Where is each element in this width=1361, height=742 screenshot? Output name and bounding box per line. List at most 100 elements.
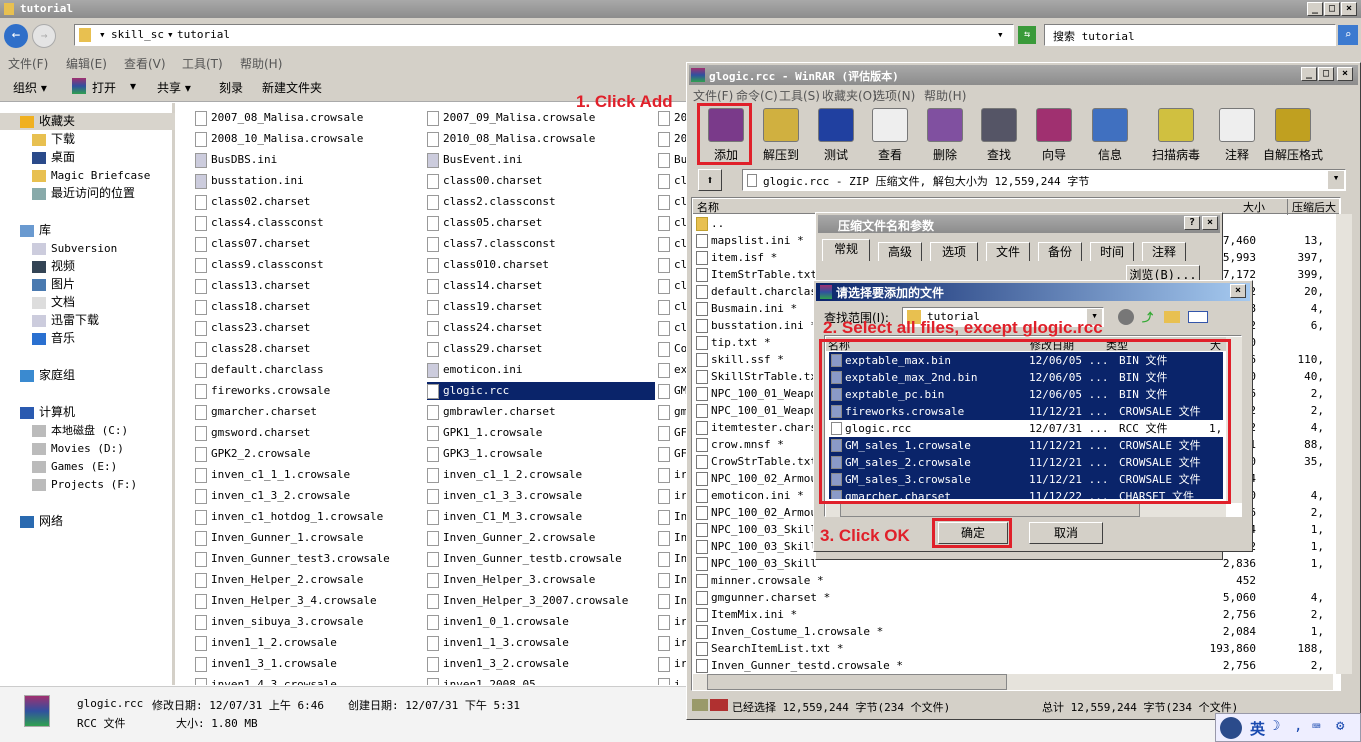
file-item[interactable]: In: [658, 550, 686, 568]
archive-row[interactable]: Inven_Gunner_testd.crowsale * 2,756 2,: [696, 657, 1336, 674]
file-item[interactable]: 2007_08_Malisa.crowsale: [195, 109, 423, 127]
file-item[interactable]: class14.charset: [427, 277, 655, 295]
file-item[interactable]: GPK3_1.crowsale: [427, 445, 655, 463]
file-item[interactable]: Inven_Gunner_testb.crowsale: [427, 550, 655, 568]
minimize-button[interactable]: _: [1301, 67, 1317, 81]
file-item[interactable]: gmarcher.charset: [195, 403, 423, 421]
sidebar-item[interactable]: 下载: [0, 131, 175, 148]
chevron-down-icon[interactable]: ▾: [997, 28, 1004, 41]
file-item[interactable]: class23.charset: [195, 319, 423, 337]
file-item[interactable]: ir: [658, 613, 686, 631]
archive-path-field[interactable]: glogic.rcc - ZIP 压缩文件, 解包大小为 12,559,244 …: [742, 169, 1346, 191]
file-item[interactable]: class24.charset: [427, 319, 655, 337]
file-item[interactable]: ir: [658, 466, 686, 484]
ime-language[interactable]: 英: [1250, 718, 1265, 739]
close-button[interactable]: ×: [1337, 67, 1353, 81]
menu-item[interactable]: 收藏夹(O): [822, 87, 877, 104]
file-item[interactable]: class28.charset: [195, 340, 423, 358]
sidebar-item[interactable]: 计算机: [0, 404, 175, 421]
chevron-down-icon[interactable]: ▾: [1328, 171, 1344, 189]
file-item[interactable]: Inven_Helper_3_2007.crowsale: [427, 592, 655, 610]
menu-item[interactable]: 文件(F): [693, 87, 733, 104]
gear-icon[interactable]: ⚙: [1336, 718, 1344, 734]
file-item[interactable]: class05.charset: [427, 214, 655, 232]
menu-item[interactable]: 命令(C): [736, 87, 778, 104]
file-item[interactable]: GM: [658, 382, 686, 400]
test-button[interactable]: 测试: [809, 106, 863, 164]
file-item[interactable]: inven_c1_1_1.crowsale: [195, 466, 423, 484]
file-item[interactable]: class010.charset: [427, 256, 655, 274]
tab-item[interactable]: 文件: [986, 242, 1030, 261]
archive-row[interactable]: Inven_Costume_1.crowsale * 2,084 1,: [696, 623, 1336, 640]
file-item[interactable]: Inven_Gunner_2.crowsale: [427, 529, 655, 547]
search-icon[interactable]: ⌕: [1338, 25, 1358, 45]
file-item[interactable]: cl: [658, 172, 686, 190]
file-item[interactable]: i: [658, 676, 686, 685]
file-item[interactable]: 2010_08_Malisa.crowsale: [427, 130, 655, 148]
file-item[interactable]: Co: [658, 340, 686, 358]
file-item[interactable]: cl: [658, 193, 686, 211]
file-item[interactable]: 2008_10_Malisa.crowsale: [195, 130, 423, 148]
help-button[interactable]: ?: [1184, 216, 1200, 230]
back-button[interactable]: ←: [4, 24, 28, 48]
ime-punct-icon[interactable]: ,: [1294, 718, 1302, 734]
menu-item[interactable]: 工具(T): [182, 55, 223, 72]
menu-item[interactable]: 帮助(H): [240, 55, 282, 72]
archive-row[interactable]: minner.crowsale * 452: [696, 572, 1336, 589]
new-folder-button[interactable]: 新建文件夹: [262, 79, 322, 96]
breadcrumb-item[interactable]: skill_sc: [111, 28, 164, 41]
menu-item[interactable]: 帮助(H): [924, 87, 966, 104]
sidebar-item[interactable]: 文档: [0, 294, 175, 311]
file-item[interactable]: cl: [658, 214, 686, 232]
breadcrumb-item[interactable]: tutorial: [177, 28, 230, 41]
file-item[interactable]: class7.classconst: [427, 235, 655, 253]
file-item[interactable]: cl: [658, 319, 686, 337]
file-item[interactable]: class4.classconst: [195, 214, 423, 232]
back-icon[interactable]: [1118, 309, 1134, 325]
share-button[interactable]: 共享 ▾: [157, 79, 191, 96]
close-button[interactable]: ×: [1341, 2, 1357, 16]
tab-item[interactable]: 高级: [878, 242, 922, 261]
file-item[interactable]: class2.classconst: [427, 193, 655, 211]
file-item[interactable]: emoticon.ini: [427, 361, 655, 379]
file-item[interactable]: class13.charset: [195, 277, 423, 295]
file-item[interactable]: class19.charset: [427, 298, 655, 316]
file-item[interactable]: Inven_Helper_3.crowsale: [427, 571, 655, 589]
sidebar-item[interactable]: Projects (F:): [0, 476, 175, 493]
file-item[interactable]: GPK1_1.crowsale: [427, 424, 655, 442]
refresh-icon[interactable]: ⇆: [1018, 26, 1036, 44]
file-item[interactable]: Inven_Gunner_test3.crowsale: [195, 550, 423, 568]
sidebar-item[interactable]: 图片: [0, 276, 175, 293]
archive-row[interactable]: SearchItemList.txt * 193,860 188,: [696, 640, 1336, 657]
up-folder-icon[interactable]: ⤴: [1142, 309, 1153, 325]
archive-hscrollbar[interactable]: [693, 674, 1333, 690]
archive-row[interactable]: ItemMix.ini * 2,756 2,: [696, 606, 1336, 623]
menu-item[interactable]: 选项(N): [873, 87, 915, 104]
file-item[interactable]: class00.charset: [427, 172, 655, 190]
sidebar-item[interactable]: 网络: [0, 513, 175, 530]
maximize-button[interactable]: □: [1318, 67, 1334, 81]
tab-item[interactable]: 注释: [1142, 242, 1186, 261]
extract-to-button[interactable]: 解压到: [754, 106, 808, 164]
file-item[interactable]: ir: [658, 634, 686, 652]
file-item[interactable]: In: [658, 592, 686, 610]
file-item[interactable]: inven1_3_1.crowsale: [195, 655, 423, 673]
burn-button[interactable]: 刻录: [219, 79, 243, 96]
file-item[interactable]: Bu: [658, 151, 686, 169]
file-item[interactable]: inven1_4_3.crowsale: [195, 676, 423, 685]
file-item[interactable]: In: [658, 508, 686, 526]
keyboard-icon[interactable]: ⌨: [1312, 719, 1320, 735]
search-input[interactable]: 搜索 tutorial: [1044, 24, 1336, 46]
column-packed[interactable]: 压缩后大: [1287, 199, 1336, 215]
file-item[interactable]: cl: [658, 298, 686, 316]
file-item[interactable]: Inven_Helper_2.crowsale: [195, 571, 423, 589]
cancel-button[interactable]: 取消: [1029, 522, 1103, 544]
ime-halfwidth-icon[interactable]: ☽: [1272, 718, 1280, 734]
file-item[interactable]: 20: [658, 130, 686, 148]
file-item[interactable]: gmbrawler.charset: [427, 403, 655, 421]
menu-item[interactable]: 工具(S): [779, 87, 820, 104]
file-item[interactable]: class07.charset: [195, 235, 423, 253]
file-item[interactable]: GF: [658, 424, 686, 442]
file-item[interactable]: default.charclass: [195, 361, 423, 379]
close-button[interactable]: ×: [1202, 216, 1218, 230]
